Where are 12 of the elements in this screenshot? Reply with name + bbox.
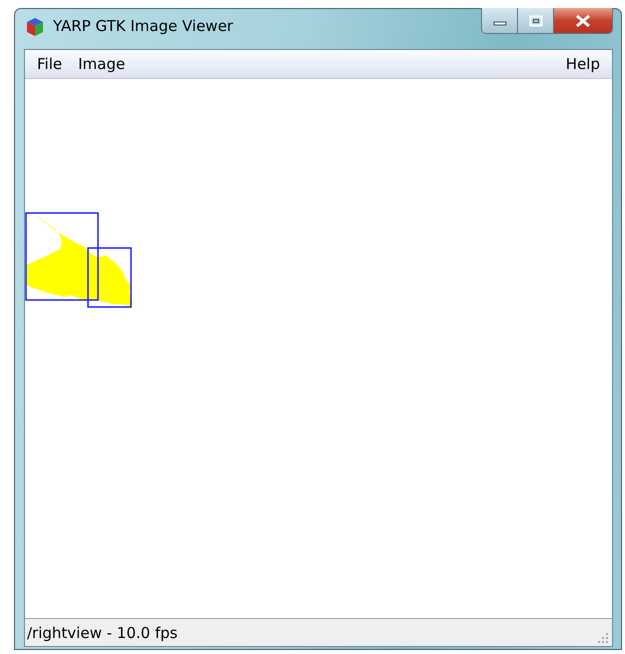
minimize-button[interactable] (482, 8, 518, 33)
resize-grip-icon[interactable] (598, 633, 608, 643)
menu-item[interactable]: File (29, 55, 70, 73)
close-icon (574, 14, 592, 26)
menu-item[interactable]: Image (70, 55, 134, 73)
menu-item[interactable]: Help (558, 55, 608, 73)
window-title: YARP GTK Image Viewer (53, 17, 234, 35)
close-button[interactable] (554, 8, 612, 33)
status-text: /rightview - 10.0 fps (27, 624, 178, 642)
maximize-icon (528, 14, 542, 26)
cube-icon (25, 17, 45, 37)
maximize-button[interactable] (518, 8, 554, 33)
